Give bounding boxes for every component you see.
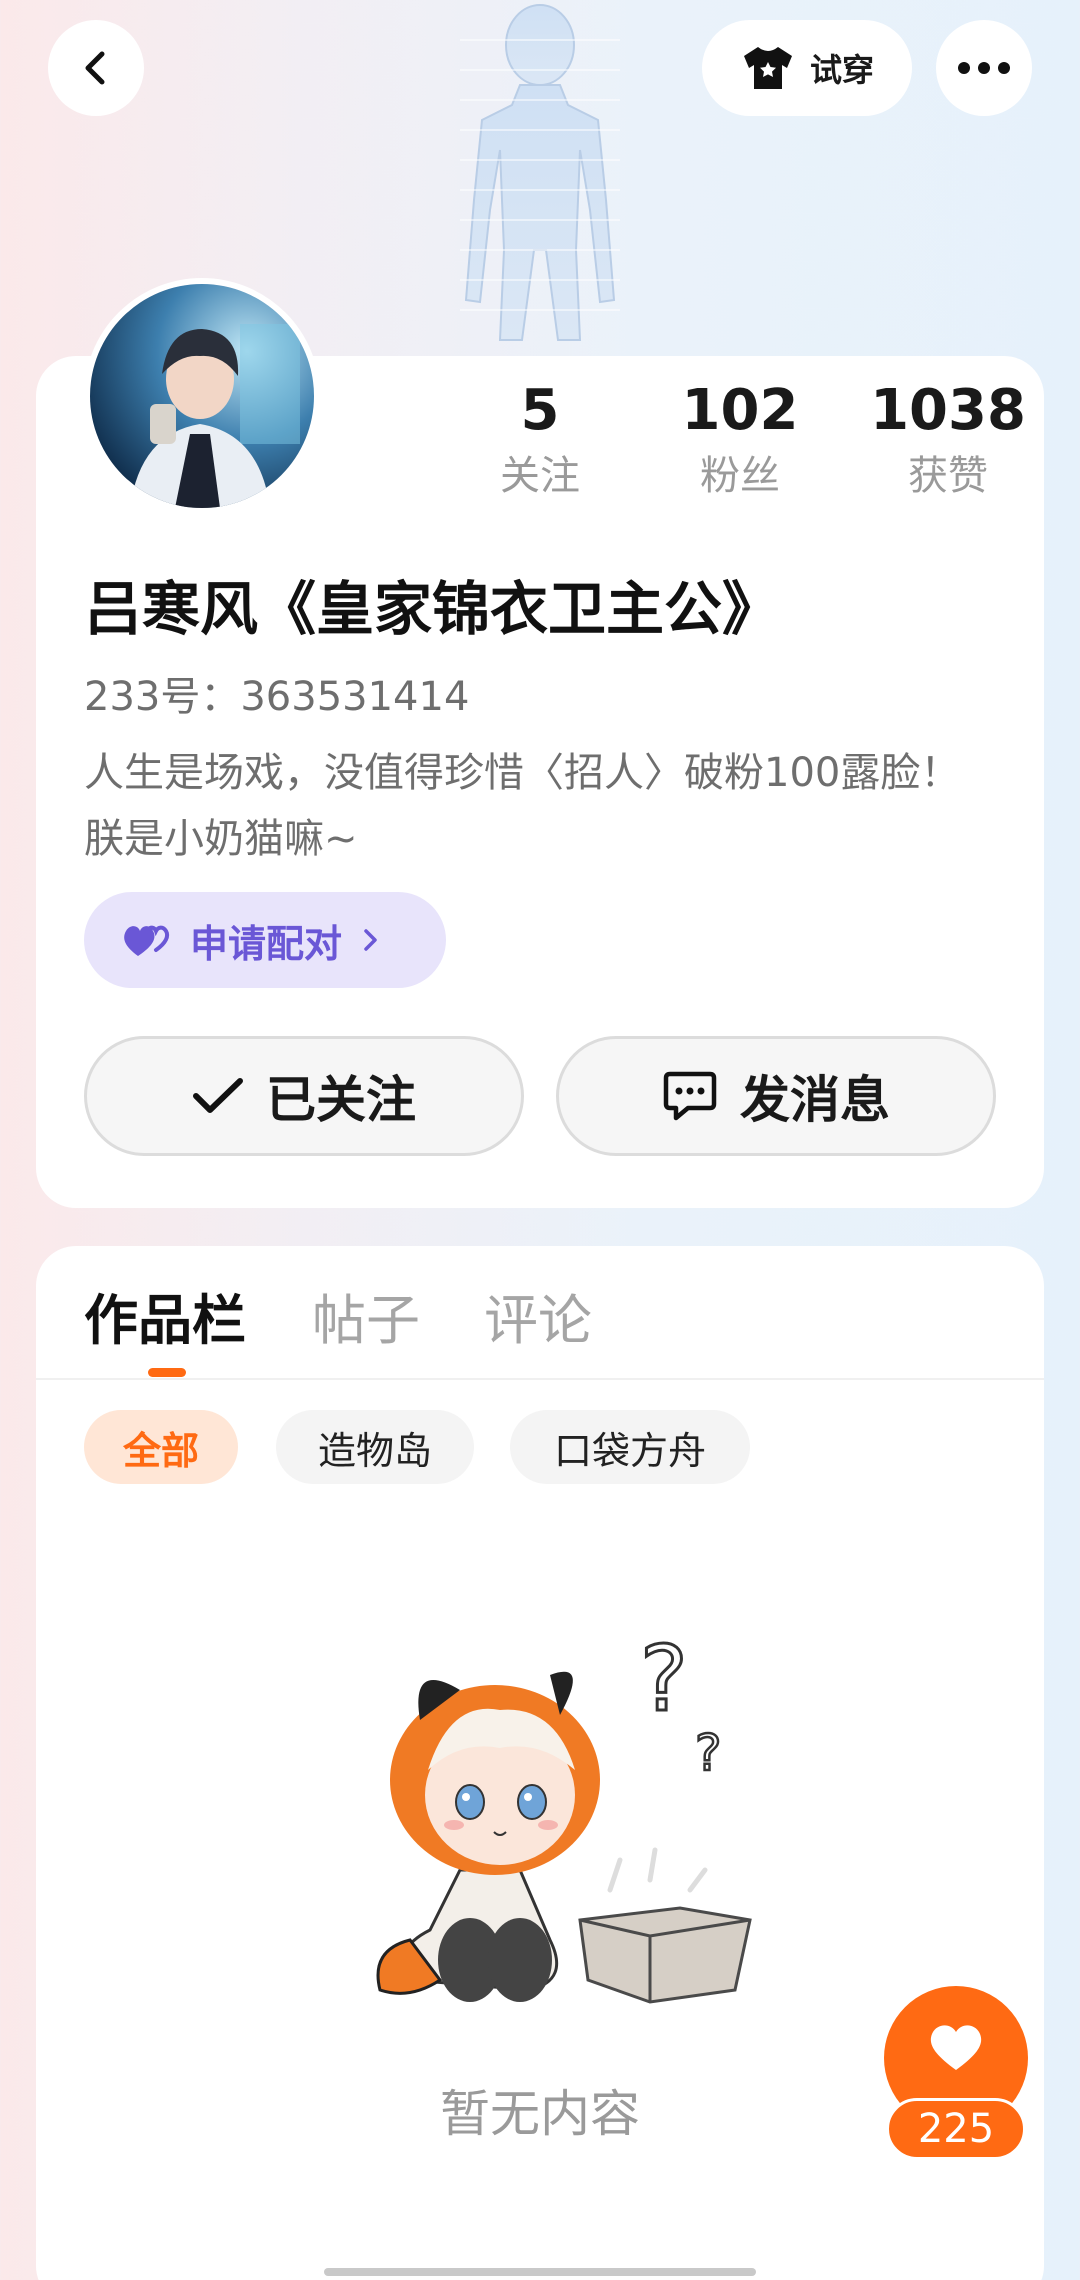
stat-followers[interactable]: 102 粉丝 (640, 376, 840, 506)
tabs-divider (36, 1378, 1044, 1380)
avatar-image (90, 284, 314, 508)
stat-following[interactable]: 5 关注 (440, 376, 640, 506)
stat-likes-value: 1038 (870, 378, 1026, 443)
home-indicator[interactable] (324, 2268, 756, 2276)
profile-bio: 人生是场戏，没值得珍惜〈招人〉破粉100露脸！朕是小奶猫嘛~ (84, 750, 961, 862)
profile-name: 吕寒风《皇家锦衣卫主公》 (84, 575, 781, 643)
chevron-left-icon (85, 51, 105, 85)
heart-icon (930, 2025, 982, 2070)
filter-chip-pocket-ark[interactable]: 口袋方舟 (510, 1410, 750, 1484)
stat-likes-label: 获赞 (908, 453, 988, 499)
apply-pairing-button[interactable]: 申请配对 (84, 892, 446, 988)
hearts-icon (124, 925, 170, 956)
active-tab-indicator (148, 1368, 186, 1377)
back-button[interactable] (48, 20, 144, 116)
profile-stats: 5 关注 102 粉丝 1038 获赞 (440, 376, 1026, 516)
followed-label: 已关注 (266, 1071, 416, 1129)
stat-followers-value: 102 (681, 378, 799, 443)
try-on-label: 试穿 (809, 51, 874, 89)
stat-followers-label: 粉丝 (700, 453, 780, 499)
tab-posts[interactable]: 帖子 (312, 1276, 420, 1355)
stat-likes[interactable]: 1038 获赞 (848, 376, 1048, 506)
apply-pairing-label: 申请配对 (190, 921, 343, 966)
filter-chip-all[interactable]: 全部 (84, 1410, 238, 1484)
stat-following-label: 关注 (500, 453, 580, 499)
tab-comments[interactable]: 评论 (484, 1276, 592, 1355)
like-count-badge: 225 (886, 2098, 1026, 2160)
profile-uid[interactable]: 233号：363531414 (84, 664, 469, 722)
try-on-button[interactable]: 试穿 (702, 20, 912, 116)
followed-button[interactable]: 已关注 (84, 1036, 524, 1156)
hologram-figure-illustration (460, 4, 620, 341)
tshirt-icon (743, 47, 792, 89)
filter-chip-creation-island[interactable]: 造物岛 (276, 1410, 474, 1484)
svg-text:?: ? (695, 1724, 722, 1782)
send-message-button[interactable]: 发消息 (556, 1036, 996, 1156)
more-dots-icon (958, 62, 1010, 74)
svg-text:?: ? (640, 1627, 688, 1732)
empty-state-mascot-illustration: ? ? (376, 1626, 752, 2004)
more-options-button[interactable] (936, 20, 1032, 116)
chevron-right-icon (364, 929, 377, 951)
chat-bubble-icon (663, 1071, 717, 1121)
avatar[interactable] (84, 278, 320, 514)
checkmark-icon (193, 1078, 243, 1113)
stat-following-value: 5 (520, 378, 560, 443)
tab-works[interactable]: 作品栏 (84, 1276, 246, 1355)
send-message-label: 发消息 (740, 1071, 890, 1129)
